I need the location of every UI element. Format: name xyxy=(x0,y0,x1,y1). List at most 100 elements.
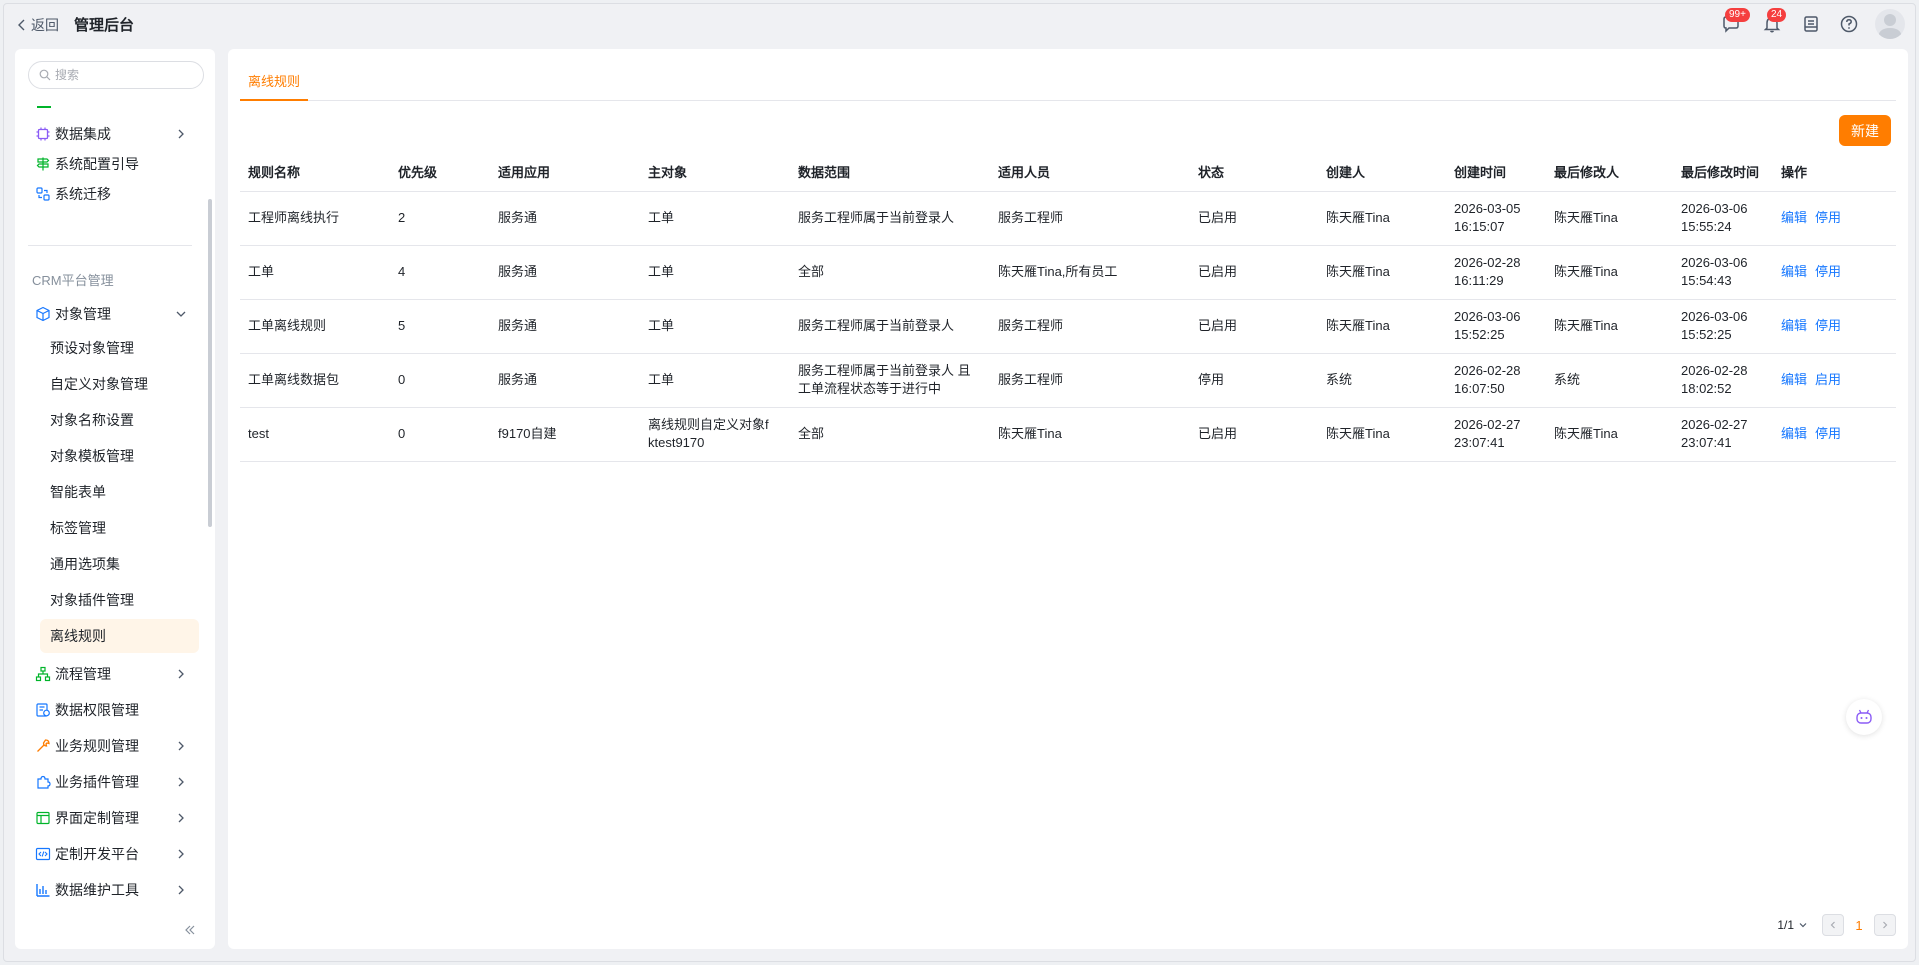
sidebar-subitem-tags[interactable]: 标签管理 xyxy=(40,511,199,545)
prev-page-button[interactable] xyxy=(1822,914,1844,936)
sidebar-item-label: 对象管理 xyxy=(55,306,111,322)
sidebar-subitem-object-names[interactable]: 对象名称设置 xyxy=(40,403,199,437)
robot-icon xyxy=(1856,709,1872,724)
tab-offline-rules[interactable]: 离线规则 xyxy=(240,61,309,101)
cell-creator: 陈天雁Tina xyxy=(1318,299,1446,354)
next-page-button[interactable] xyxy=(1874,914,1896,936)
new-button[interactable]: 新建 xyxy=(1839,115,1891,146)
cell-created-at: 2026-02-28 16:07:50 xyxy=(1446,353,1546,408)
cell-scope: 服务工程师属于当前登录人 xyxy=(790,191,990,246)
avatar[interactable] xyxy=(1875,9,1905,39)
chevron-right-icon xyxy=(178,849,184,859)
column-header: 主对象 xyxy=(640,153,790,192)
sidebar-item-data-tools[interactable]: 数据维护工具 xyxy=(21,875,201,905)
permission-icon xyxy=(35,702,51,718)
created-time: 16:07:50 xyxy=(1454,381,1505,396)
created-time: 23:07:41 xyxy=(1454,435,1505,450)
table-row: test 0 f9170自建 离线规则自定义对象fktest9170 全部 陈天… xyxy=(240,407,1896,462)
migrate-icon xyxy=(35,186,51,202)
chevron-right-icon xyxy=(178,669,184,679)
sidebar-subitem-option-sets[interactable]: 通用选项集 xyxy=(40,547,199,581)
column-header: 数据范围 xyxy=(790,153,990,192)
modified-date: 2026-02-28 xyxy=(1681,363,1748,378)
sidebar-item-object-manage[interactable]: 对象管理 xyxy=(21,299,201,329)
sidebar-item-label: 界面定制管理 xyxy=(55,810,139,826)
column-header: 创建时间 xyxy=(1446,153,1546,192)
sidebar-item-flow[interactable]: 流程管理 xyxy=(21,659,201,689)
sidebar-item-data-integration[interactable]: 数据集成 xyxy=(21,119,201,149)
chip-icon xyxy=(35,126,51,142)
edit-link[interactable]: 编辑 xyxy=(1781,264,1807,279)
cell-name: 工单离线规则 xyxy=(240,299,390,354)
tab-bar: 离线规则 xyxy=(240,61,1896,101)
table-row: 工单离线规则 5 服务通 工单 服务工程师属于当前登录人 服务工程师 已启用 陈… xyxy=(240,299,1896,354)
table-row: 工单 4 服务通 工单 全部 陈天雁Tina,所有员工 已启用 陈天雁Tina … xyxy=(240,245,1896,300)
inbox-icon xyxy=(1804,16,1818,32)
sidebar-item-business-plugins[interactable]: 业务插件管理 xyxy=(21,767,201,797)
cell-priority: 0 xyxy=(390,407,490,462)
search-input[interactable] xyxy=(55,68,195,82)
column-header: 适用人员 xyxy=(990,153,1190,192)
back-label: 返回 xyxy=(31,17,59,33)
modified-date: 2026-03-06 xyxy=(1681,309,1748,324)
back-button[interactable]: 返回 xyxy=(16,15,59,35)
sidebar-subitem-offline-rules[interactable]: 离线规则 xyxy=(40,619,199,653)
assistant-button[interactable] xyxy=(1846,699,1882,735)
collapse-sidebar-icon[interactable] xyxy=(183,923,197,937)
disable-link[interactable]: 停用 xyxy=(1815,426,1841,441)
sidebar-item-label: 业务规则管理 xyxy=(55,738,139,754)
sidebar-scrollbar[interactable] xyxy=(208,199,212,527)
sidebar-item-business-rules[interactable]: 业务规则管理 xyxy=(21,731,201,761)
page-size-select[interactable]: 1/1 xyxy=(1777,918,1808,932)
current-page[interactable]: 1 xyxy=(1844,918,1874,933)
edit-link[interactable]: 编辑 xyxy=(1781,372,1807,387)
sidebar-item-ui-custom[interactable]: 界面定制管理 xyxy=(21,803,201,833)
created-date: 2026-03-06 xyxy=(1454,309,1521,324)
cell-modifier: 陈天雁Tina xyxy=(1546,245,1673,300)
cell-creator: 陈天雁Tina xyxy=(1318,407,1446,462)
todo-button[interactable] xyxy=(1801,14,1821,34)
sidebar-subitem-custom-objects[interactable]: 自定义对象管理 xyxy=(40,367,199,401)
cell-app: f9170自建 xyxy=(490,407,640,462)
edit-link[interactable]: 编辑 xyxy=(1781,210,1807,225)
sidebar-group-title: CRM平台管理 xyxy=(32,273,114,288)
object-icon xyxy=(35,306,51,322)
sidebar-subitem-object-templates[interactable]: 对象模板管理 xyxy=(40,439,199,473)
sidebar-subitem-smart-form[interactable]: 智能表单 xyxy=(40,475,199,509)
cell-priority: 4 xyxy=(390,245,490,300)
sidebar-item-data-permission[interactable]: 数据权限管理 xyxy=(21,695,201,725)
sidebar-item-config-guide[interactable]: 系统配置引导 xyxy=(21,149,201,179)
sidebar-item-dev-platform[interactable]: 定制开发平台 xyxy=(21,839,201,869)
cell-status: 已启用 xyxy=(1190,407,1318,462)
disable-link[interactable]: 停用 xyxy=(1815,318,1841,333)
enable-link[interactable]: 启用 xyxy=(1815,372,1841,387)
sidebar-subitem-preset-objects[interactable]: 预设对象管理 xyxy=(40,331,199,365)
edit-link[interactable]: 编辑 xyxy=(1781,318,1807,333)
created-date: 2026-02-28 xyxy=(1454,255,1521,270)
sidebar-divider xyxy=(28,245,192,246)
sidebar-item-migration[interactable]: 系统迁移 xyxy=(21,179,201,209)
cell-scope: 全部 xyxy=(790,407,990,462)
cell-actions: 编辑 停用 xyxy=(1773,299,1896,354)
modified-date: 2026-03-06 xyxy=(1681,255,1748,270)
created-date: 2026-03-05 xyxy=(1454,201,1521,216)
cell-object: 工单 xyxy=(640,191,790,246)
created-date: 2026-02-27 xyxy=(1454,417,1521,432)
cell-modifier: 系统 xyxy=(1546,353,1673,408)
help-button[interactable] xyxy=(1839,14,1859,34)
cell-users: 服务工程师 xyxy=(990,299,1190,354)
notification-button[interactable]: 24 xyxy=(1762,8,1787,34)
cell-object: 离线规则自定义对象fktest9170 xyxy=(640,407,790,462)
sidebar-subitem-object-plugins[interactable]: 对象插件管理 xyxy=(40,583,199,617)
disable-link[interactable]: 停用 xyxy=(1815,210,1841,225)
edit-link[interactable]: 编辑 xyxy=(1781,426,1807,441)
sidebar-item-label: 业务插件管理 xyxy=(55,774,139,790)
created-time: 15:52:25 xyxy=(1454,327,1505,342)
created-time: 16:11:29 xyxy=(1454,273,1504,288)
disable-link[interactable]: 停用 xyxy=(1815,264,1841,279)
main-panel: 离线规则 新建 规则名称 优先级 适用应用 主对象 数据范围 适用人员 状态 创… xyxy=(228,49,1908,949)
page-info: 1/1 xyxy=(1777,918,1794,932)
message-button[interactable]: 99+ xyxy=(1721,8,1750,34)
chevron-right-icon xyxy=(178,813,184,823)
column-header: 状态 xyxy=(1190,153,1318,192)
